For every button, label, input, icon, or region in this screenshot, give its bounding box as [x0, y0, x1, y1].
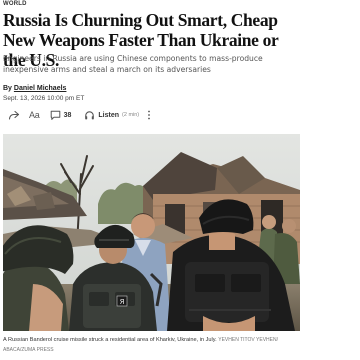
article-photo[interactable]: Я — [3, 134, 300, 331]
comment-count: 38 — [63, 111, 72, 119]
caption-text: A Russian Banderol cruise missile struck… — [3, 337, 217, 343]
more-vertical-icon — [147, 110, 151, 120]
dateline: Sept. 13, 2026 10:00 pm ET — [3, 95, 85, 102]
section-label[interactable]: World — [3, 1, 27, 7]
author-link[interactable]: Daniel Michaels — [14, 85, 67, 92]
uniform-patch-text: Я — [120, 298, 125, 306]
article-toolbar: Aa 38 Listen (2 min) — [8, 108, 151, 122]
listen-button[interactable]: Listen (2 min) — [84, 110, 139, 121]
text-size-button[interactable]: Aa — [29, 110, 40, 120]
comments-button[interactable]: 38 — [50, 110, 72, 121]
listen-duration: (2 min) — [122, 112, 140, 118]
comment-icon — [50, 110, 61, 121]
headphones-icon — [84, 110, 95, 121]
more-options-button[interactable] — [147, 110, 151, 120]
photo-caption: A Russian Banderol cruise missile struck… — [3, 336, 300, 355]
byline-prefix: By — [3, 85, 12, 92]
listen-label: Listen — [98, 111, 120, 119]
byline: By Daniel Michaels — [3, 85, 66, 92]
article-dek: Engineers in Russia are using Chinese co… — [3, 54, 263, 74]
share-icon — [8, 109, 20, 121]
share-button[interactable] — [8, 109, 20, 121]
